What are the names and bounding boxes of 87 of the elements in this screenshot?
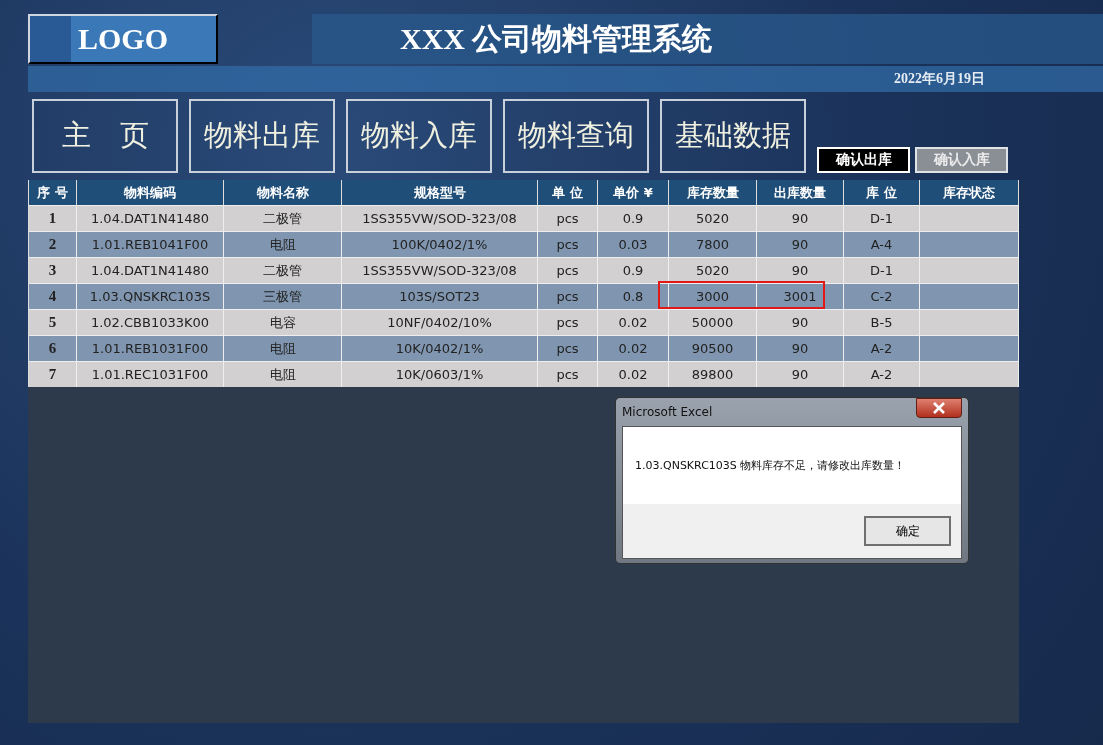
table-cell: 0.02 (598, 361, 669, 387)
table-cell: 二极管 (224, 205, 342, 231)
action-button[interactable]: 确认出库 (817, 147, 910, 173)
table-cell: pcs (538, 283, 598, 309)
column-header: 规格型号 (342, 180, 538, 205)
column-header: 库存数量 (669, 180, 757, 205)
table-cell: 103S/SOT23 (342, 283, 538, 309)
table-cell: 三极管 (224, 283, 342, 309)
table-cell: 10K/0402/1% (342, 335, 538, 361)
table-cell: 1.01.REB1031F00 (77, 335, 224, 361)
column-header: 单价 ¥ (598, 180, 669, 205)
table-cell: 90 (757, 335, 844, 361)
table-cell: 5 (29, 309, 77, 335)
table-cell: 0.8 (598, 283, 669, 309)
table-cell: 89800 (669, 361, 757, 387)
table-cell: D-1 (844, 257, 920, 283)
nav-button[interactable]: 物料入库 (346, 99, 492, 173)
table-cell: 90 (757, 361, 844, 387)
nav-button[interactable]: 基础数据 (660, 99, 806, 173)
table-cell: 90 (757, 309, 844, 335)
table-cell: 1.01.REC1031F00 (77, 361, 224, 387)
ok-button[interactable]: 确定 (864, 516, 951, 546)
column-header: 出库数量 (757, 180, 844, 205)
table-cell: 10K/0603/1% (342, 361, 538, 387)
table-cell: 电阻 (224, 361, 342, 387)
table-cell: 5020 (669, 257, 757, 283)
table-cell: 1.04.DAT1N41480 (77, 257, 224, 283)
nav-button[interactable]: 主 页 (32, 99, 178, 173)
table-cell: 90500 (669, 335, 757, 361)
table-cell: 1.03.QNSKRC103S (77, 283, 224, 309)
table-cell: A-2 (844, 335, 920, 361)
column-header: 物料编码 (77, 180, 224, 205)
table-cell: 0.9 (598, 205, 669, 231)
column-header: 序 号 (29, 180, 77, 205)
table-cell: pcs (538, 231, 598, 257)
table-cell: pcs (538, 361, 598, 387)
title-banner: XXX 公司物料管理系统 (312, 14, 1103, 64)
table-cell: pcs (538, 309, 598, 335)
table-cell: 电容 (224, 309, 342, 335)
table-cell: 90 (757, 231, 844, 257)
table-cell: C-2 (844, 283, 920, 309)
table-cell: 7 (29, 361, 77, 387)
table-cell: 1.01.REB1041F00 (77, 231, 224, 257)
logo-box: LOGO (28, 14, 218, 64)
table-cell: 1SS355VW/SOD-323/08 (342, 257, 538, 283)
table-cell: 1 (29, 205, 77, 231)
table-cell: A-2 (844, 361, 920, 387)
table-cell: 0.03 (598, 231, 669, 257)
table-cell: 6 (29, 335, 77, 361)
table-cell: 电阻 (224, 231, 342, 257)
date-text: 2022年6月19日 (894, 70, 985, 88)
table-cell: 二极管 (224, 257, 342, 283)
table-cell: 0.9 (598, 257, 669, 283)
table-cell: 90 (757, 205, 844, 231)
table-cell: 7800 (669, 231, 757, 257)
close-icon (932, 402, 946, 414)
table-cell: 10NF/0402/10% (342, 309, 538, 335)
table-cell: pcs (538, 335, 598, 361)
table-cell: 1.04.DAT1N41480 (77, 205, 224, 231)
table-cell: 3 (29, 257, 77, 283)
table-cell: 2 (29, 231, 77, 257)
column-header: 单 位 (538, 180, 598, 205)
table-cell: 0.02 (598, 309, 669, 335)
nav-button[interactable]: 物料查询 (503, 99, 649, 173)
table-cell: 电阻 (224, 335, 342, 361)
dialog-title: Microsoft Excel (622, 405, 713, 419)
close-button[interactable] (916, 398, 962, 418)
table-cell: 4 (29, 283, 77, 309)
table-cell: D-1 (844, 205, 920, 231)
table-cell: A-4 (844, 231, 920, 257)
column-header: 物料名称 (224, 180, 342, 205)
table-cell: 50000 (669, 309, 757, 335)
table-cell: 3001 (757, 283, 844, 309)
table-cell: 1SS355VW/SOD-323/08 (342, 205, 538, 231)
table-cell: pcs (538, 257, 598, 283)
column-header: 库 位 (844, 180, 920, 205)
table-cell: 3000 (669, 283, 757, 309)
dialog-message: 1.03.QNSKRC103S 物料库存不足，请修改出库数量！ (635, 458, 906, 473)
table-cell: 0.02 (598, 335, 669, 361)
table-cell: 1.02.CBB1033K00 (77, 309, 224, 335)
nav-button[interactable]: 物料出库 (189, 99, 335, 173)
table-cell: pcs (538, 205, 598, 231)
column-header: 库存状态 (920, 180, 1019, 205)
table-cell: 100K/0402/1% (342, 231, 538, 257)
table-cell: 5020 (669, 205, 757, 231)
table-cell: 90 (757, 257, 844, 283)
table-cell: B-5 (844, 309, 920, 335)
